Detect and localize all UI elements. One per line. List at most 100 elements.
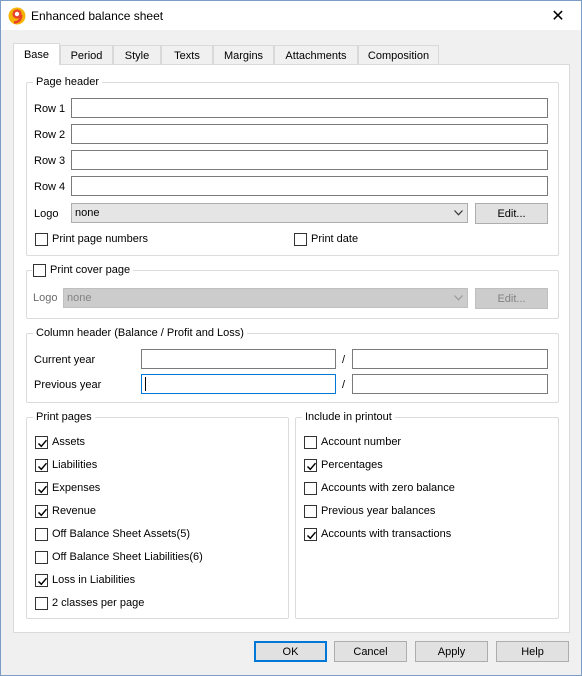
logo-edit-button[interactable]: Edit...: [475, 203, 548, 224]
close-button[interactable]: ✕: [535, 1, 581, 31]
banana-app-icon: [8, 7, 26, 25]
checkbox-item[interactable]: Previous year balances: [304, 503, 435, 519]
checkbox-unchecked: [304, 504, 317, 518]
current-year-input-1[interactable]: [141, 349, 336, 369]
row-4-input[interactable]: [71, 176, 548, 196]
tab-style[interactable]: Style: [113, 45, 161, 65]
row-3-input[interactable]: [71, 150, 548, 170]
tab-texts[interactable]: Texts: [161, 45, 213, 65]
checkbox-item[interactable]: Off Balance Sheet Assets(5): [35, 526, 190, 542]
checkmark-icon: [37, 439, 48, 447]
print-date-checkbox[interactable]: Print date: [294, 231, 358, 247]
row-2-input[interactable]: [71, 124, 548, 144]
current-year-separator: /: [342, 354, 346, 366]
row-1-label: Row 1: [34, 103, 66, 115]
previous-year-separator: /: [342, 379, 346, 391]
row-4-label: Row 4: [34, 181, 66, 193]
chevron-down-icon: [454, 295, 463, 301]
print-page-numbers-checkbox[interactable]: Print page numbers: [35, 231, 148, 247]
tab-period[interactable]: Period: [60, 45, 113, 65]
page-header-title: Page header: [33, 76, 102, 89]
checkmark-icon: [37, 485, 48, 493]
text-caret: [145, 377, 146, 391]
checkbox-box: [35, 232, 48, 246]
tab-margins[interactable]: Margins: [213, 45, 274, 65]
checkbox-checked: [35, 504, 48, 518]
tab-panel-base: Page header Row 1 Row 2 Row 3 Row 4 Logo…: [13, 64, 570, 633]
help-button[interactable]: Help: [496, 641, 569, 662]
checkbox-item[interactable]: Expenses: [35, 480, 100, 496]
print-pages-title: Print pages: [33, 411, 95, 424]
print-cover-page-checkbox[interactable]: Print cover page: [32, 262, 134, 278]
checkbox-label: Account number: [321, 436, 402, 448]
checkbox-item[interactable]: Accounts with transactions: [304, 526, 451, 542]
logo-select[interactable]: none: [71, 203, 468, 223]
cover-logo-label: Logo: [33, 292, 58, 304]
checkmark-icon: [37, 577, 48, 585]
checkmark-icon: [37, 462, 48, 470]
row-3-label: Row 3: [34, 155, 66, 167]
checkbox-label: Revenue: [52, 505, 97, 517]
checkbox-label: Print date: [311, 233, 359, 245]
include-printout-title: Include in printout: [302, 411, 395, 424]
checkbox-checked: [35, 573, 48, 587]
tab-label: Texts: [174, 49, 200, 62]
checkbox-label: Loss in Liabilities: [52, 574, 136, 586]
tab-label: Period: [70, 49, 103, 62]
previous-year-input-2[interactable]: [352, 374, 548, 394]
tab-attachments[interactable]: Attachments: [274, 45, 358, 65]
checkbox-item[interactable]: Accounts with zero balance: [304, 480, 455, 496]
checkbox-checked: [35, 435, 48, 449]
checkbox-label: Percentages: [321, 459, 383, 471]
checkbox-item[interactable]: Account number: [304, 434, 401, 450]
checkbox-unchecked: [35, 596, 48, 610]
checkbox-unchecked: [35, 550, 48, 564]
checkbox-label: Print cover page: [50, 264, 131, 276]
checkbox-checked: [304, 527, 317, 541]
cancel-button[interactable]: Cancel: [334, 641, 407, 662]
checkbox-label: Accounts with zero balance: [321, 482, 455, 494]
tab-label: Margins: [223, 49, 264, 62]
tab-label: Style: [124, 49, 150, 62]
row-2-label: Row 2: [34, 129, 66, 141]
tab-label: Attachments: [285, 49, 347, 62]
checkbox-unchecked: [35, 527, 48, 541]
checkbox-checked: [35, 481, 48, 495]
checkbox-box: [294, 232, 307, 246]
title-bar: Enhanced balance sheet ✕: [1, 1, 581, 31]
checkbox-item[interactable]: Liabilities: [35, 457, 97, 473]
checkbox-item[interactable]: Loss in Liabilities: [35, 572, 135, 588]
tab-composition[interactable]: Composition: [358, 45, 439, 65]
checkbox-item[interactable]: Percentages: [304, 457, 383, 473]
checkbox-item[interactable]: Assets: [35, 434, 85, 450]
checkbox-label: Print page numbers: [52, 233, 148, 245]
checkbox-box: [33, 263, 46, 277]
checkbox-label: Assets: [52, 436, 86, 448]
ok-button[interactable]: OK: [254, 641, 327, 662]
current-year-label: Current year: [34, 354, 96, 366]
cover-logo-select[interactable]: none: [63, 288, 468, 308]
apply-button[interactable]: Apply: [415, 641, 488, 662]
logo-label: Logo: [34, 208, 59, 220]
checkbox-label: Off Balance Sheet Assets(5): [52, 528, 190, 540]
checkbox-item[interactable]: 2 classes per page: [35, 595, 144, 611]
checkbox-label: Liabilities: [52, 459, 98, 471]
row-1-input[interactable]: [71, 98, 548, 118]
checkbox-item[interactable]: Revenue: [35, 503, 96, 519]
checkbox-label: Accounts with transactions: [321, 528, 452, 540]
tab-label: Composition: [367, 49, 430, 62]
checkbox-item[interactable]: Off Balance Sheet Liabilities(6): [35, 549, 203, 565]
column-header-title: Column header (Balance / Profit and Loss…: [33, 327, 247, 340]
logo-select-value: none: [75, 207, 100, 219]
checkbox-label: 2 classes per page: [52, 597, 145, 609]
tab-label: Base: [23, 48, 50, 61]
current-year-input-2[interactable]: [352, 349, 548, 369]
cover-logo-select-value: none: [67, 292, 92, 304]
checkbox-checked: [304, 458, 317, 472]
tab-base[interactable]: Base: [13, 43, 60, 65]
cover-logo-edit-button[interactable]: Edit...: [475, 288, 548, 309]
previous-year-input-1[interactable]: [141, 374, 336, 394]
checkbox-checked: [35, 458, 48, 472]
checkbox-label: Expenses: [52, 482, 101, 494]
window-title: Enhanced balance sheet: [31, 9, 164, 23]
